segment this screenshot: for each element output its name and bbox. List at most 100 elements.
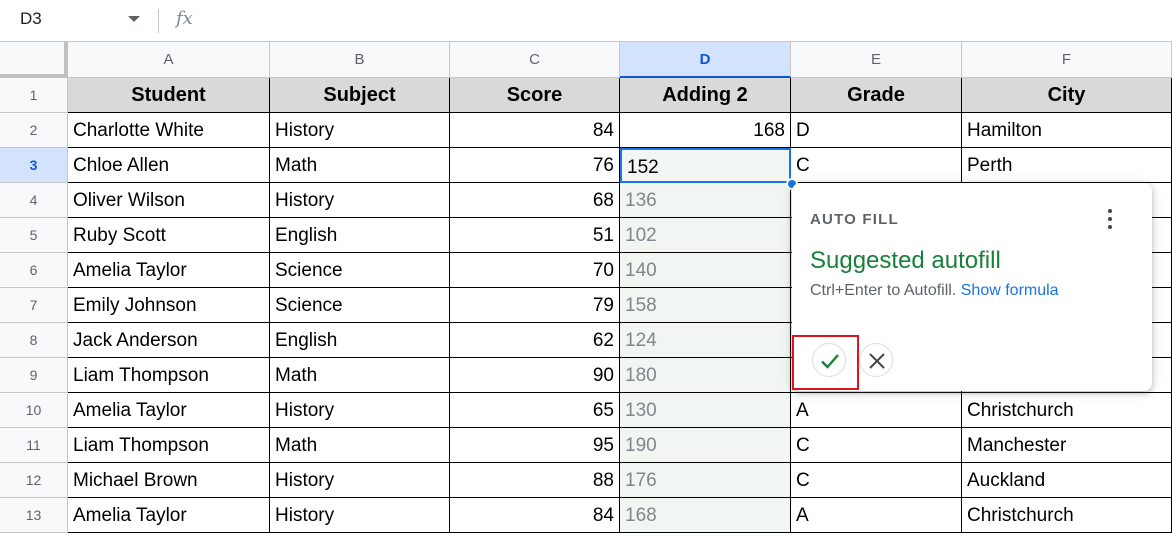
cell-grade[interactable]: A <box>791 498 962 533</box>
cell-adding-2[interactable]: 176 <box>620 463 791 498</box>
cell-student[interactable]: Amelia Taylor <box>68 393 270 428</box>
cell-score[interactable]: 76 <box>450 148 620 183</box>
cell-city[interactable]: Christchurch <box>962 498 1172 533</box>
cell-student[interactable]: Oliver Wilson <box>68 183 270 218</box>
cell-city[interactable]: Auckland <box>962 463 1172 498</box>
cell-student[interactable]: Chloe Allen <box>68 148 270 183</box>
header-cell-subject[interactable]: Subject <box>270 78 450 113</box>
column-header-f[interactable]: F <box>962 42 1172 78</box>
select-all-corner[interactable] <box>0 42 68 78</box>
cell-student[interactable]: Liam Thompson <box>68 358 270 393</box>
cell-adding-2[interactable]: 140 <box>620 253 791 288</box>
cell-adding-2[interactable]: 190 <box>620 428 791 463</box>
cell-subject[interactable]: History <box>270 498 450 533</box>
cell-adding-2[interactable]: 180 <box>620 358 791 393</box>
cell-adding-2[interactable]: 158 <box>620 288 791 323</box>
row-header-11[interactable]: 11 <box>0 428 68 463</box>
cell-adding-2[interactable]: 168 <box>620 113 791 148</box>
cell-grade[interactable]: C <box>791 148 962 183</box>
cell-subject[interactable]: History <box>270 113 450 148</box>
header-cell-student[interactable]: Student <box>68 78 270 113</box>
cell-score[interactable]: 79 <box>450 288 620 323</box>
cell-score[interactable]: 68 <box>450 183 620 218</box>
header-cell-score[interactable]: Score <box>450 78 620 113</box>
row-header-10[interactable]: 10 <box>0 393 68 428</box>
cell-city[interactable]: Hamilton <box>962 113 1172 148</box>
cell-student[interactable]: Liam Thompson <box>68 428 270 463</box>
cell-subject[interactable]: History <box>270 183 450 218</box>
cell-adding-2[interactable]: 168 <box>620 498 791 533</box>
cell-student[interactable]: Michael Brown <box>68 463 270 498</box>
formula-bar: D3 fx <box>0 0 1172 42</box>
cell-score[interactable]: 88 <box>450 463 620 498</box>
column-header-e[interactable]: E <box>791 42 962 78</box>
column-header-a[interactable]: A <box>68 42 270 78</box>
chevron-down-icon[interactable] <box>128 16 140 22</box>
cell-subject[interactable]: Science <box>270 253 450 288</box>
cell-score[interactable]: 51 <box>450 218 620 253</box>
cell-student[interactable]: Charlotte White <box>68 113 270 148</box>
cell-subject[interactable]: English <box>270 323 450 358</box>
cell-adding-2[interactable]: 136 <box>620 183 791 218</box>
cell-score[interactable]: 84 <box>450 113 620 148</box>
cell-score[interactable]: 65 <box>450 393 620 428</box>
column-header-b[interactable]: B <box>270 42 450 78</box>
header-cell-city[interactable]: City <box>962 78 1172 113</box>
cell-subject[interactable]: Math <box>270 148 450 183</box>
row-header-6[interactable]: 6 <box>0 253 68 288</box>
autofill-hint: Ctrl+Enter to Autofill. Show formula <box>810 282 1059 300</box>
cell-student[interactable]: Jack Anderson <box>68 323 270 358</box>
cell-adding-2[interactable]: 102 <box>620 218 791 253</box>
row-header-13[interactable]: 13 <box>0 498 68 533</box>
cell-subject[interactable]: Math <box>270 358 450 393</box>
autofill-title: AUTO FILL <box>810 211 899 228</box>
header-cell-grade[interactable]: Grade <box>791 78 962 113</box>
cell-subject[interactable]: History <box>270 393 450 428</box>
autofill-hint-text: Ctrl+Enter to Autofill. <box>810 282 956 299</box>
close-icon <box>866 350 888 372</box>
autofill-heading: Suggested autofill <box>810 247 1001 275</box>
cell-grade[interactable]: A <box>791 393 962 428</box>
column-header-d[interactable]: D <box>620 42 791 78</box>
row-header-5[interactable]: 5 <box>0 218 68 253</box>
fx-icon: fx <box>176 8 193 29</box>
cell-student[interactable]: Amelia Taylor <box>68 498 270 533</box>
cell-subject[interactable]: Math <box>270 428 450 463</box>
cell-score[interactable]: 84 <box>450 498 620 533</box>
cell-score[interactable]: 62 <box>450 323 620 358</box>
column-header-c[interactable]: C <box>450 42 620 78</box>
cell-subject[interactable]: Science <box>270 288 450 323</box>
cell-grade[interactable]: D <box>791 113 962 148</box>
cell-grade[interactable]: C <box>791 463 962 498</box>
row-header-12[interactable]: 12 <box>0 463 68 498</box>
row-header-7[interactable]: 7 <box>0 288 68 323</box>
row-header-4[interactable]: 4 <box>0 183 68 218</box>
dismiss-autofill-button[interactable] <box>859 343 893 377</box>
row-header-9[interactable]: 9 <box>0 358 68 393</box>
cell-adding-2[interactable]: 130 <box>620 393 791 428</box>
cell-grade[interactable]: C <box>791 428 962 463</box>
cell-city[interactable]: Manchester <box>962 428 1172 463</box>
name-box[interactable]: D3 <box>20 9 42 29</box>
cell-score[interactable]: 95 <box>450 428 620 463</box>
cell-student[interactable]: Amelia Taylor <box>68 253 270 288</box>
highlight-box <box>792 335 859 390</box>
row-header-3[interactable]: 3 <box>0 148 68 183</box>
cell-student[interactable]: Emily Johnson <box>68 288 270 323</box>
cell-subject[interactable]: English <box>270 218 450 253</box>
show-formula-link[interactable]: Show formula <box>961 282 1059 299</box>
cell-adding-2[interactable]: 124 <box>620 323 791 358</box>
cell-subject[interactable]: History <box>270 463 450 498</box>
cell-adding-2[interactable]: 152 <box>620 148 791 183</box>
cell-student[interactable]: Ruby Scott <box>68 218 270 253</box>
header-cell-adding-2[interactable]: Adding 2 <box>620 78 791 113</box>
row-header-2[interactable]: 2 <box>0 113 68 148</box>
cell-city[interactable]: Perth <box>962 148 1172 183</box>
cell-city[interactable]: Christchurch <box>962 393 1172 428</box>
more-vert-icon[interactable] <box>1106 207 1114 231</box>
row-header-8[interactable]: 8 <box>0 323 68 358</box>
cell-score[interactable]: 90 <box>450 358 620 393</box>
row-header-1[interactable]: 1 <box>0 78 68 113</box>
formula-bar-divider <box>158 9 159 33</box>
cell-score[interactable]: 70 <box>450 253 620 288</box>
